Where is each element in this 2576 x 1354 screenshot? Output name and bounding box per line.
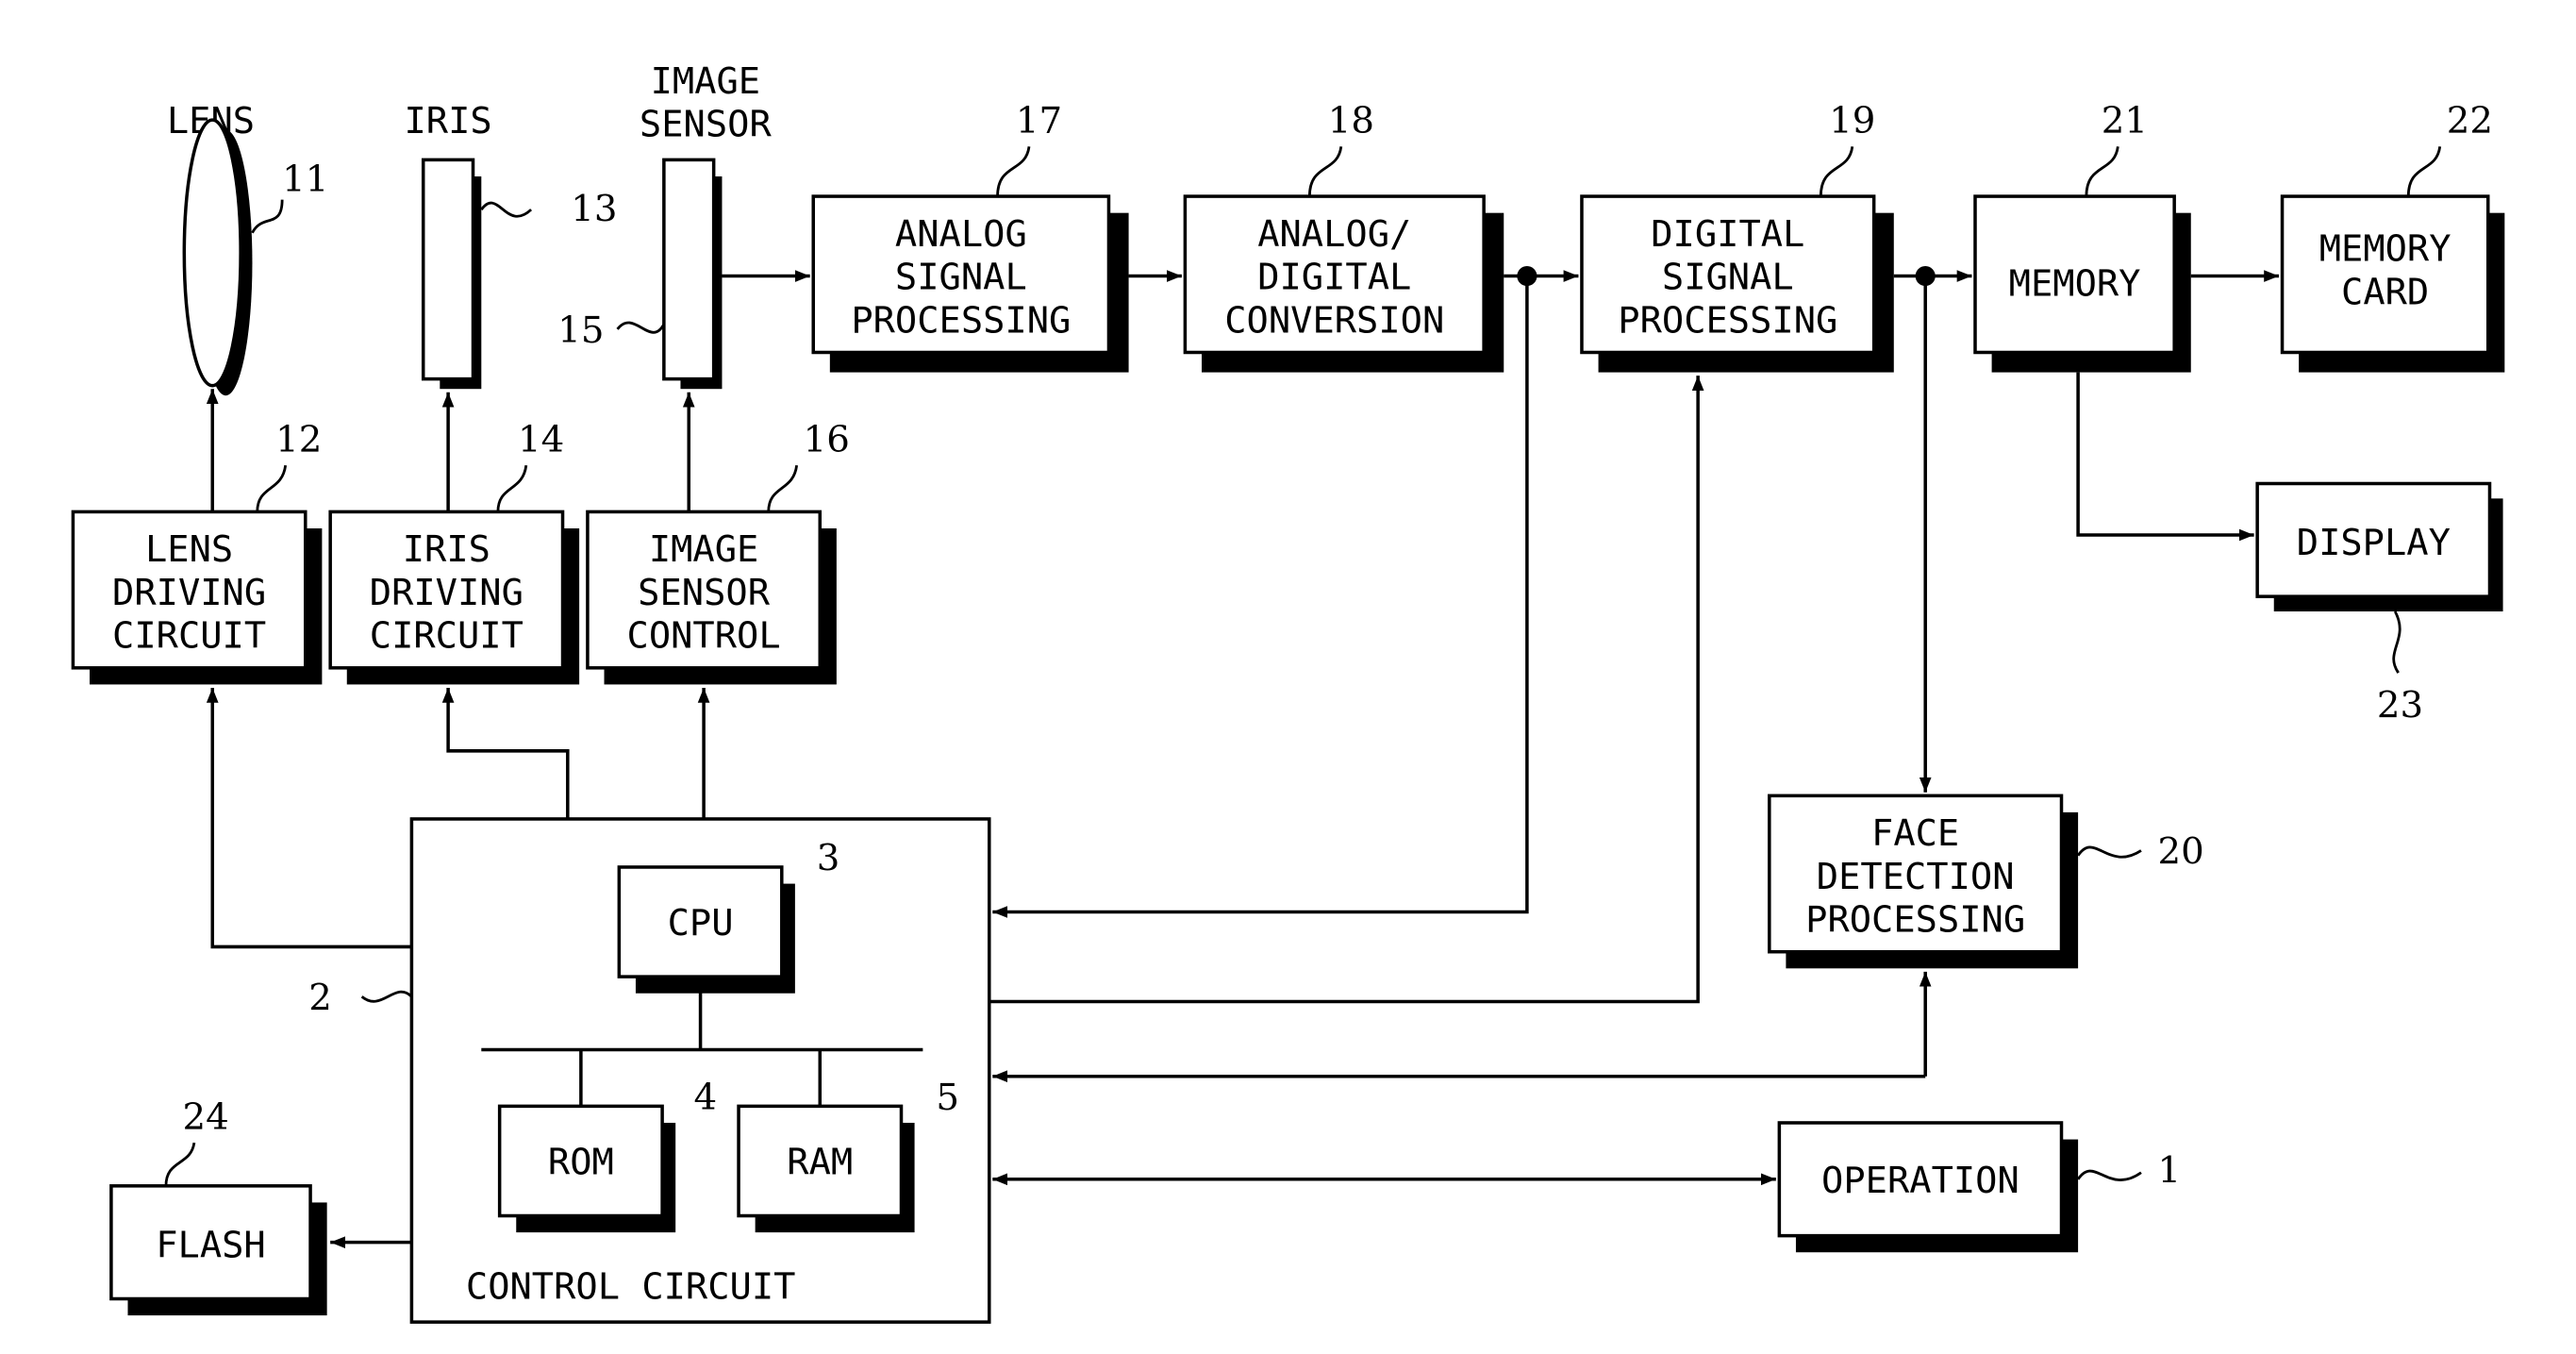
control-circuit-label: CONTROL CIRCUIT (466, 1265, 796, 1308)
control-circuit-ref: 2 (308, 977, 332, 1019)
asp-leader (996, 146, 1031, 197)
memory-label: MEMORY (2009, 263, 2141, 306)
isc-leader (767, 464, 799, 512)
ram-ref: 5 (936, 1077, 959, 1119)
dsp-label-2: SIGNAL (1662, 257, 1794, 299)
iris-label: IRIS (405, 100, 492, 142)
control-circuit-block: CONTROL CIRCUIT 2 CPU 3 ROM 4 RAM 5 (308, 817, 991, 1324)
asp-label-3: PROCESSING (851, 299, 1071, 342)
memory-ref: 21 (2102, 100, 2148, 142)
flash-ref: 24 (183, 1096, 229, 1139)
fd-leader (2076, 845, 2142, 859)
display-leader (2392, 610, 2401, 674)
ldc-label-3: CIRCUIT (112, 615, 266, 658)
idc-label-3: CIRCUIT (370, 615, 524, 658)
flash-label: FLASH (156, 1225, 266, 1267)
idc-ref: 14 (518, 419, 564, 461)
dsp-leader (1819, 146, 1854, 197)
ldc-label-2: DRIVING (112, 572, 266, 614)
isc-label-2: SENSOR (638, 572, 771, 614)
fd-label-3: PROCESSING (1805, 899, 2025, 942)
isc-ref: 16 (804, 419, 850, 461)
image-sensor-label-2: SENSOR (640, 104, 773, 146)
asp-label-1: ANALOG (895, 213, 1027, 256)
control-to-dsp-arrow (989, 376, 1704, 1004)
iris-leader (480, 201, 533, 218)
ldc-leader (256, 464, 288, 512)
cpu-ref: 3 (817, 838, 840, 880)
fd-label-2: DETECTION (1817, 856, 2015, 898)
memory-card-label-1: MEMORY (2319, 228, 2451, 271)
dsp-label-3: PROCESSING (1618, 299, 1837, 342)
operation-block: OPERATION 1 (1777, 1121, 2182, 1253)
adc-label-1: ANALOG/ (1257, 213, 1411, 256)
flash-leader (164, 1142, 196, 1186)
operation-label: OPERATION (1821, 1160, 2019, 1202)
idc-label-2: DRIVING (370, 572, 524, 614)
ram-label: RAM (787, 1142, 853, 1184)
adc-label-2: DIGITAL (1257, 257, 1411, 299)
operation-leader (2076, 1169, 2142, 1181)
adc-block: ANALOG/ DIGITAL CONVERSION 18 (1183, 100, 1504, 373)
lens-ref: 11 (282, 159, 328, 201)
ldc-ref: 12 (275, 419, 322, 461)
analog-signal-processing-block: ANALOG SIGNAL PROCESSING 17 (811, 100, 1129, 373)
display-ref: 23 (2377, 685, 2423, 727)
face-detection-block: FACE DETECTION PROCESSING 20 (1768, 794, 2204, 969)
rom-label: ROM (548, 1142, 614, 1184)
dsp-label-1: DIGITAL (1651, 213, 1804, 256)
lens-leader (251, 199, 284, 234)
adc-ref: 18 (1328, 100, 1374, 142)
asp-label-2: SIGNAL (895, 257, 1027, 299)
ldc-label-1: LENS (145, 528, 233, 571)
image-sensor-control-block: IMAGE SENSOR CONTROL 16 (586, 419, 850, 685)
camera-block-diagram: LENS 11 IRIS 13 IMAGE SENSOR 15 ANALOG S… (71, 60, 2505, 1324)
fd-ref: 20 (2158, 830, 2204, 873)
memory-block: MEMORY 21 (1973, 100, 2191, 373)
memory-card-block: MEMORY CARD 22 (2280, 100, 2505, 373)
isc-label-1: IMAGE (649, 528, 759, 571)
memory-card-leader (2406, 146, 2442, 197)
lens-shape (182, 118, 242, 388)
image-sensor-ref: 15 (557, 309, 604, 352)
memory-leader (2085, 146, 2119, 197)
idc-leader (496, 464, 528, 512)
isc-label-3: CONTROL (627, 615, 781, 658)
control-to-ldc-arrow (206, 687, 412, 949)
adc-label-3: CONVERSION (1224, 299, 1444, 342)
control-circuit-leader (360, 990, 413, 1003)
display-block: DISPLAY 23 (2255, 481, 2503, 727)
image-sensor-label-1: IMAGE (651, 60, 761, 103)
dsp-ref: 19 (1829, 100, 1875, 142)
adc-leader (1307, 146, 1343, 197)
lens: LENS 11 (167, 100, 328, 396)
idc-label-1: IRIS (403, 528, 490, 571)
image-sensor-leader (616, 321, 666, 334)
operation-ref: 1 (2158, 1149, 2182, 1192)
flash-block: FLASH 24 (109, 1096, 327, 1316)
dsp-block: DIGITAL SIGNAL PROCESSING 19 (1580, 100, 1894, 373)
memory-to-display-arrow (2076, 372, 2254, 542)
memory-card-label-2: CARD (2341, 271, 2429, 313)
iris-driving-circuit-block: IRIS DRIVING CIRCUIT 14 (328, 419, 580, 685)
cpu-label: CPU (668, 902, 734, 944)
lens-driving-circuit-block: LENS DRIVING CIRCUIT 12 (71, 419, 323, 685)
image-sensor-shape (662, 158, 716, 381)
fd-label-1: FACE (1871, 812, 1959, 855)
iris-ref: 13 (571, 188, 617, 230)
asp-ref: 17 (1016, 100, 1062, 142)
display-label: DISPLAY (2297, 522, 2451, 564)
memory-card-ref: 22 (2447, 100, 2493, 142)
control-to-idc-arrow (441, 687, 570, 819)
iris-shape (421, 158, 475, 381)
rom-ref: 4 (694, 1077, 718, 1119)
